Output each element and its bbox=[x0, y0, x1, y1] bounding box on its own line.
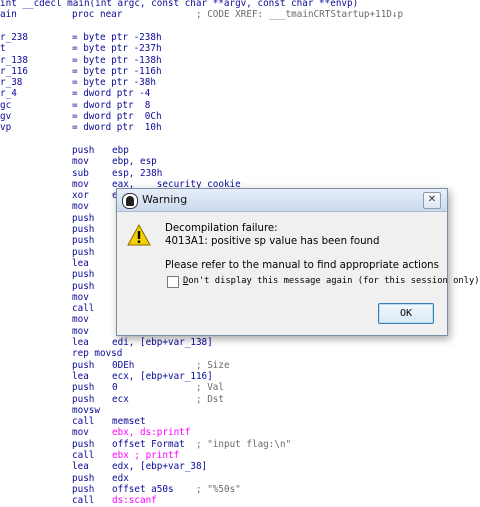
line-comment: ; Dst bbox=[196, 393, 224, 405]
line-opcode: lea bbox=[72, 337, 89, 348]
line-opcode: call bbox=[72, 495, 95, 507]
line-operands: ebp bbox=[112, 144, 129, 156]
line-opcode: = byte ptr -237h bbox=[72, 43, 162, 55]
line-label: vp bbox=[0, 122, 12, 134]
line-opcode: mov bbox=[72, 325, 89, 337]
line-opcode: call bbox=[72, 416, 95, 428]
line-opcode: movsw bbox=[72, 404, 100, 416]
line-comment: ; Val bbox=[196, 382, 224, 394]
line-operands: 0 bbox=[112, 382, 118, 394]
line-label: r_4 bbox=[0, 88, 17, 100]
close-button[interactable]: ✕ bbox=[423, 192, 441, 209]
line-opcode: mov bbox=[72, 427, 89, 439]
line-operands: ecx, [ebp+var_116] bbox=[112, 370, 213, 382]
checkbox-label-text: on't display this message again (for thi… bbox=[188, 276, 480, 286]
message-line-3: Please refer to the manual to find appro… bbox=[165, 260, 439, 271]
line-operands: offset a50s bbox=[112, 483, 174, 495]
dont-display-checkbox[interactable] bbox=[167, 276, 179, 288]
line-opcode: = byte ptr -238h bbox=[72, 31, 162, 43]
line-opcode: mov bbox=[72, 314, 89, 326]
warning-dialog: Warning ✕ Decompilation failure: 4013A1:… bbox=[116, 188, 480, 336]
line-opcode: push bbox=[72, 269, 95, 281]
line-opcode: xor bbox=[72, 190, 89, 202]
dialog-body: Decompilation failure: 4013A1: positive … bbox=[117, 212, 480, 335]
line-opcode: rep movsd bbox=[72, 348, 123, 360]
line-operands: esp, 238h bbox=[112, 167, 163, 179]
line-operands: ds:scanf bbox=[112, 495, 157, 507]
line-label: ain bbox=[0, 9, 17, 21]
dont-display-label[interactable]: Don't display this message again (for th… bbox=[183, 276, 480, 286]
dialog-title: Warning bbox=[142, 193, 188, 206]
line-comment: ; "%50s" bbox=[196, 483, 241, 495]
line-opcode: push bbox=[72, 483, 95, 495]
line-operands: edx, [ebp+var_38] bbox=[112, 461, 208, 473]
line-operands: edx bbox=[112, 472, 129, 484]
line-opcode: = dword ptr 8 bbox=[72, 99, 151, 111]
line-operands: edi, [ebp+var_138] bbox=[112, 337, 213, 348]
line-operands: ebx, ds:printf bbox=[112, 427, 191, 439]
line-opcode: push bbox=[72, 224, 95, 235]
line-label: gc bbox=[0, 99, 12, 111]
line-opcode: mov bbox=[72, 178, 89, 190]
line-opcode: = byte ptr -38h bbox=[72, 77, 156, 89]
line-opcode: lea bbox=[72, 461, 89, 473]
line-opcode: = byte ptr -138h bbox=[72, 54, 162, 66]
line-opcode: push bbox=[72, 472, 95, 484]
line-operands: offset Format bbox=[112, 438, 185, 450]
line-comment: ; "input flag:\n" bbox=[196, 438, 292, 450]
dialog-titlebar[interactable]: Warning ✕ bbox=[117, 189, 447, 212]
line-label: r_38 bbox=[0, 77, 23, 89]
line-opcode: mov bbox=[72, 156, 89, 168]
line-opcode: push bbox=[72, 144, 95, 156]
line-opcode: = dword ptr 10h bbox=[72, 122, 162, 134]
ok-button[interactable]: OK bbox=[378, 303, 434, 324]
line-opcode: call bbox=[72, 450, 95, 461]
line-opcode: push bbox=[72, 212, 95, 224]
warning-triangle-icon bbox=[127, 224, 151, 246]
line-operands: ebp, esp bbox=[112, 156, 157, 168]
line-opcode: push bbox=[72, 280, 95, 292]
line-comment: ; Size bbox=[196, 359, 230, 371]
line-opcode: mov bbox=[72, 291, 89, 303]
line-label: r_138 bbox=[0, 54, 28, 66]
line-opcode: mov bbox=[72, 201, 89, 213]
line-opcode: call bbox=[72, 303, 95, 315]
line-opcode: push bbox=[72, 359, 95, 371]
line-opcode: push bbox=[72, 382, 95, 394]
line-opcode: sub bbox=[72, 167, 89, 179]
line-operands: memset bbox=[112, 416, 146, 428]
line-opcode: lea bbox=[72, 257, 89, 269]
line-opcode: push bbox=[72, 246, 95, 258]
line-opcode: proc near bbox=[72, 9, 123, 21]
line-opcode: push bbox=[72, 235, 95, 247]
line-operands: ecx bbox=[112, 393, 129, 405]
line-label: t bbox=[0, 43, 6, 55]
ida-app-icon bbox=[122, 193, 138, 209]
message-line-2: 4013A1: positive sp value has been found bbox=[165, 236, 380, 247]
line-opcode: lea bbox=[72, 370, 89, 382]
line-opcode: = dword ptr 0Ch bbox=[72, 111, 162, 122]
line-opcode: = byte ptr -116h bbox=[72, 65, 162, 77]
line-opcode: = dword ptr -4 bbox=[72, 88, 151, 100]
message-line-1: Decompilation failure: bbox=[165, 223, 278, 234]
line-comment: ; CODE XREF: ___tmainCRTStartup+11D↓p bbox=[196, 9, 404, 21]
line-label: r_238 bbox=[0, 31, 28, 43]
line-opcode: push bbox=[72, 393, 95, 405]
line-operands: ebx ; printf bbox=[112, 450, 180, 461]
line-label: r_116 bbox=[0, 65, 28, 77]
line-opcode: push bbox=[72, 438, 95, 450]
line-operands: 0DEh bbox=[112, 359, 135, 371]
line-label: gv bbox=[0, 111, 12, 122]
